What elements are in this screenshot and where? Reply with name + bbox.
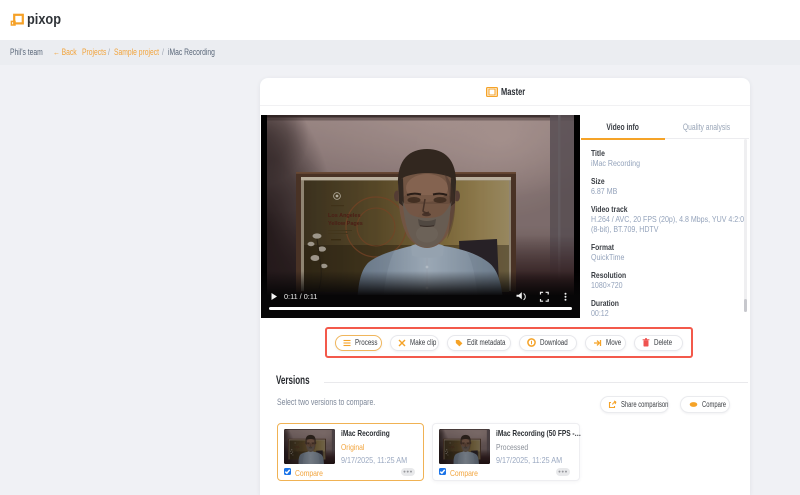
svg-text:0:11 / 0:11: 0:11 / 0:11	[284, 292, 317, 301]
